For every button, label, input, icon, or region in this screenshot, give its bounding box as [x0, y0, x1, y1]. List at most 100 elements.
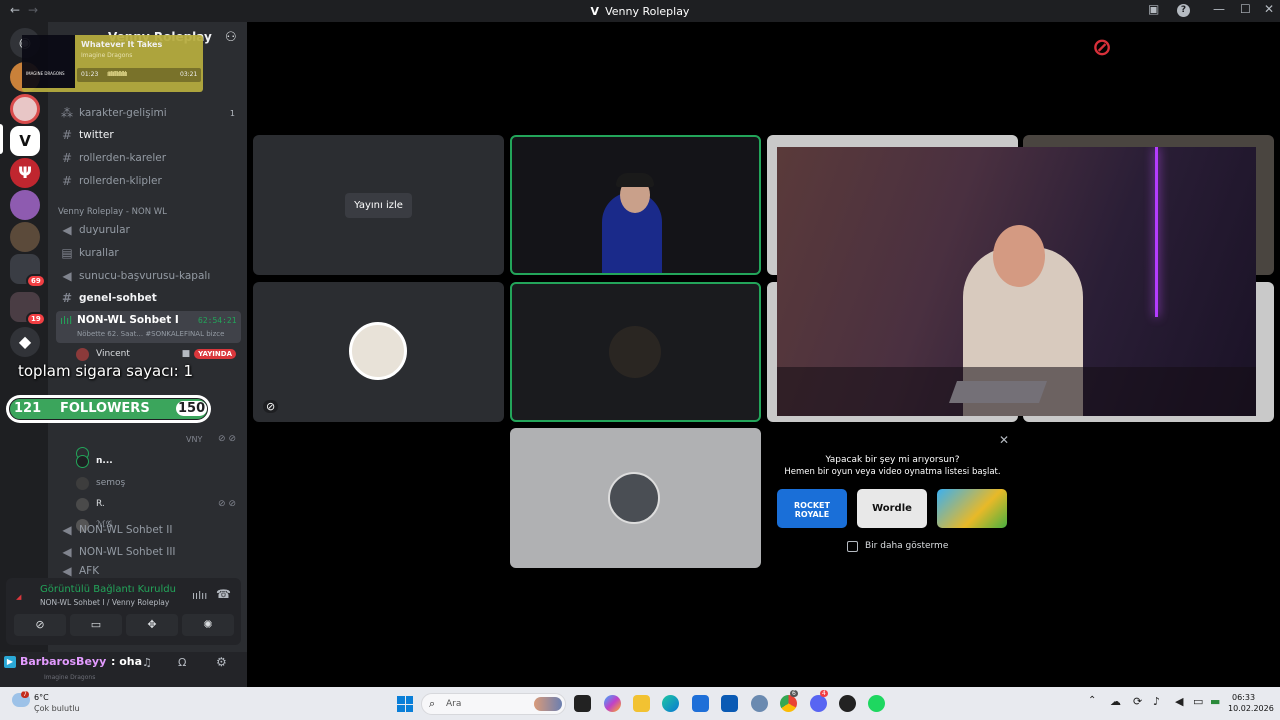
member-n[interactable] [76, 429, 236, 460]
channel-sohbet-2[interactable]: ◀ NON-WL Sohbet II [56, 520, 241, 540]
back-button[interactable]: ← [10, 3, 20, 17]
watch-stream-button[interactable]: Yayını izle [345, 193, 412, 218]
camera-toggle-button[interactable]: ⊘ [14, 614, 66, 636]
screen-share-button[interactable]: ▭ [70, 614, 122, 636]
discover-icon[interactable]: ◆ [10, 327, 40, 357]
channel-twitter[interactable]: # twitter [56, 125, 241, 145]
member-r[interactable]: R. ⊘ ⊘ [76, 494, 236, 514]
disconnect-icon[interactable]: ☎ [216, 587, 231, 601]
activities-button[interactable]: ✥ [126, 614, 178, 636]
tray-mic-icon[interactable]: ♪ [1153, 695, 1160, 708]
clock-time[interactable]: 06:33 [1232, 693, 1255, 702]
tray-speaker-icon[interactable]: ◀ [1175, 695, 1183, 708]
discord-icon[interactable] [810, 695, 827, 712]
tray-sync-icon[interactable]: ⟳ [1133, 695, 1142, 708]
active-voice-channel[interactable]: ılıl NON-WL Sohbet I 62:54:21 Nöbette 62… [56, 311, 241, 343]
server-icon-6[interactable] [10, 222, 40, 252]
copilot-icon[interactable] [604, 695, 621, 712]
obs-icon[interactable] [839, 695, 856, 712]
category-non-wl[interactable]: Venny Roleplay - NON WL [58, 207, 167, 217]
tray-chevron-icon[interactable]: ⌃ [1088, 695, 1096, 706]
followers-goal: 150 [176, 401, 208, 416]
member-n-dots[interactable]: n... [76, 451, 236, 471]
followers-label: FOLLOWERS [60, 401, 150, 416]
album-art: IMAGINE DRAGONS [22, 35, 75, 88]
store-icon[interactable] [692, 695, 709, 712]
streamer-webcam [777, 147, 1256, 416]
chat-username: BarbarosBeyy [20, 655, 107, 668]
task-view-icon[interactable] [574, 695, 591, 712]
start-button[interactable] [397, 696, 413, 712]
venny-server-icon[interactable]: V [10, 126, 40, 156]
stream-tile[interactable]: Yayını izle [253, 135, 504, 275]
video-tile-speaking[interactable] [510, 135, 761, 275]
connection-location[interactable]: NON-WL Sohbet I / Venny Roleplay [40, 598, 169, 607]
channel-duyurular[interactable]: ◀ duyurular [56, 220, 241, 240]
avatar-tile-1[interactable]: ⊘ [253, 282, 504, 422]
microphone-icon[interactable]: ♫ [142, 656, 152, 669]
settings-app-icon[interactable] [751, 695, 768, 712]
settings-gear-icon[interactable]: ⚙ [216, 655, 227, 669]
game-rocket-royale[interactable]: ROCKET ROYALE [777, 489, 847, 528]
server-icon-2[interactable] [10, 94, 40, 124]
clock-date[interactable]: 10.02.2026 [1228, 704, 1274, 713]
voice-connection-panel: ◢ Görüntülü Bağlantı Kuruldu NON-WL Sohb… [6, 578, 241, 645]
dont-show-checkbox[interactable] [847, 541, 858, 552]
server-icon-5[interactable] [10, 190, 40, 220]
hash-icon: # [61, 151, 73, 165]
member-vincent[interactable]: Vincent ■ YAYINDA [76, 344, 236, 364]
avatar-tile-3[interactable] [510, 428, 761, 568]
mute-deafen-icons: ⊘ ⊘ [218, 499, 236, 509]
close-window-button[interactable]: ✕ [1264, 2, 1274, 16]
avatar [76, 497, 89, 511]
help-icon[interactable]: ? [1177, 4, 1190, 17]
tray-app-icon[interactable]: ☁ [1110, 695, 1121, 708]
channel-karakter[interactable]: ⁂ karakter-gelişimi 1 [56, 103, 241, 123]
connection-icon: ◢ [16, 593, 22, 601]
camera-off-icon: ⊘ [263, 400, 279, 413]
chrome-icon[interactable] [780, 695, 797, 712]
connection-status[interactable]: Görüntülü Bağlantı Kuruldu [40, 584, 176, 595]
minimize-button[interactable]: — [1213, 2, 1225, 16]
noise-suppression-icon[interactable]: ıılıı [192, 589, 207, 602]
maximize-button[interactable]: ☐ [1240, 2, 1251, 16]
headphones-icon[interactable]: Ω [178, 656, 186, 669]
close-popup-button[interactable]: ✕ [999, 433, 1009, 447]
playback-bar: 01:23 ıIıIIıIIIIıIIıIIıIı 03:21 [77, 68, 201, 82]
channel-afk[interactable]: ◀ AFK [56, 565, 241, 577]
dont-show-label: Bir daha gösterme [865, 541, 949, 551]
game-wordle[interactable]: Wordle [857, 489, 927, 528]
game-3[interactable] [937, 489, 1007, 528]
spotify-icon[interactable] [868, 695, 885, 712]
streamer-face [993, 225, 1045, 287]
channel-kurallar[interactable]: ▤ kurallar [56, 243, 241, 263]
taskbar-search[interactable]: ⌕ Ara [421, 693, 566, 715]
outlook-icon[interactable] [721, 695, 738, 712]
channel-rollerden-klipler[interactable]: # rollerden-klipler [56, 171, 241, 191]
waveform-icon: ıIıIIıIIIIıIIıIIıIı [107, 70, 127, 78]
forward-button[interactable]: → [28, 3, 38, 17]
tray-network-icon[interactable]: ▭ [1193, 695, 1203, 708]
search-icon: ⌕ [429, 697, 436, 710]
soundboard-button[interactable]: ✺ [182, 614, 234, 636]
member-semos[interactable]: semoş [76, 473, 236, 493]
avatar [76, 454, 89, 468]
invite-icon[interactable]: ⚇ [225, 30, 237, 45]
channel-sohbet-3[interactable]: ◀ NON-WL Sohbet III [56, 542, 241, 562]
file-explorer-icon[interactable] [633, 695, 650, 712]
music-overlay: IMAGINE DRAGONS Whatever It Takes Imagin… [22, 35, 203, 92]
channel-rollerden-kareler[interactable]: # rollerden-kareler [56, 148, 241, 168]
activity-popup: ✕ Yapacak bir şey mi arıyorsun? Hemen bi… [767, 428, 1018, 568]
tray-battery-icon[interactable]: ▬ [1210, 695, 1220, 708]
weather-temp: 6°C [34, 693, 49, 702]
inbox-icon[interactable]: ▣ [1148, 2, 1159, 16]
streamer-logo-icon: ⊘ [1092, 33, 1113, 61]
channel-basvuru[interactable]: ◀ sunucu-başvurusu-kapalı [56, 266, 241, 286]
avatar-tile-2[interactable] [510, 282, 761, 422]
server-icon-4[interactable]: Ψ [10, 158, 40, 188]
app-logo-icon: V [590, 4, 600, 18]
user-avatar [609, 326, 661, 378]
avatar [76, 476, 89, 490]
channel-genel-sohbet[interactable]: # genel-sohbet [56, 288, 241, 308]
edge-icon[interactable] [662, 695, 679, 712]
